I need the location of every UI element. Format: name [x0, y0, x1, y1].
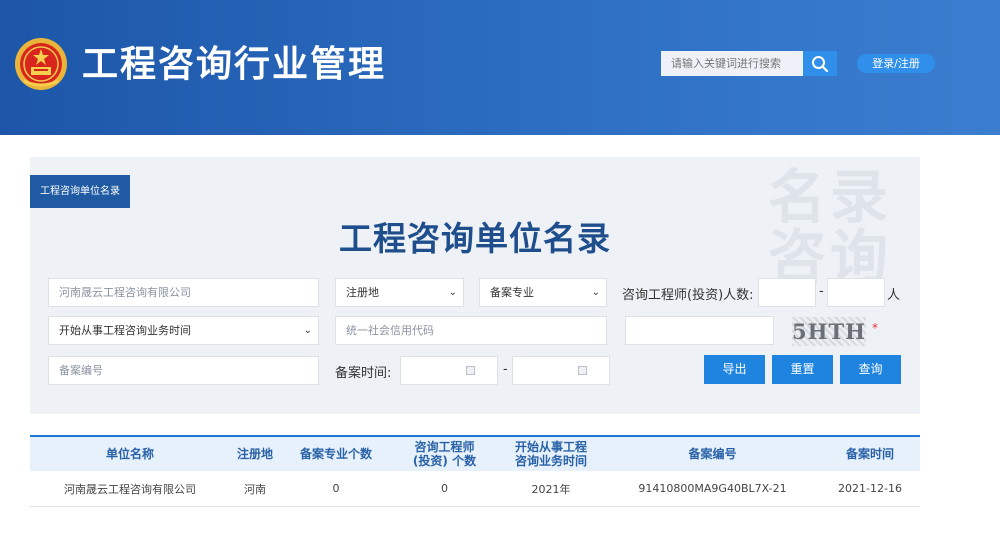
column-header-name: 单位名称 [105, 447, 154, 461]
table-header: 单位名称 注册地 备案专业个数 咨询工程师 (投资) 个数 开始从事工程 咨询业… [30, 437, 920, 471]
export-button[interactable]: 导出 [704, 355, 765, 384]
cell-reg-place: 河南 [244, 482, 266, 496]
start-time-select[interactable]: 开始从事工程咨询业务时间 ⌄ [48, 316, 319, 345]
column-header-start-time: 开始从事工程 咨询业务时间 [514, 440, 587, 468]
page-title: 工程咨询单位名录 [339, 219, 611, 258]
query-button[interactable]: 查询 [840, 355, 901, 384]
captcha-image[interactable]: 5HTH [792, 317, 866, 346]
reset-button[interactable]: 重置 [772, 355, 833, 384]
chevron-down-icon: ⌄ [448, 287, 457, 298]
cell-record-date: 2021-12-16 [838, 482, 902, 495]
search-button[interactable] [803, 51, 837, 76]
section-tag: 工程咨询单位名录 [30, 175, 130, 208]
engineer-count-label: 咨询工程师(投资)人数: [622, 288, 754, 303]
search-icon [812, 55, 829, 72]
national-emblem-icon [15, 38, 67, 90]
cell-specialty-count: 0 [332, 482, 340, 495]
column-header-place: 注册地 [236, 447, 273, 461]
engineer-count-min-input[interactable] [758, 278, 816, 307]
row-divider [30, 506, 920, 507]
captcha-input[interactable] [625, 316, 774, 345]
column-header-specialty-count: 备案专业个数 [299, 447, 372, 461]
record-start-date-input[interactable] [400, 356, 498, 385]
cell-start-year: 2021年 [531, 482, 571, 496]
reg-place-select[interactable]: 注册地 ⌄ [335, 278, 464, 307]
search-input[interactable] [661, 51, 803, 76]
chevron-down-icon: ⌄ [591, 287, 600, 298]
required-mark: * [872, 321, 878, 335]
login-register-button[interactable]: 登录/注册 [857, 54, 935, 73]
company-name-field[interactable]: 河南晟云工程咨询有限公司 [48, 278, 319, 307]
range-dash: - [819, 284, 824, 299]
cell-record-number: 91410800MA9G40BL7X-21 [638, 482, 787, 495]
chevron-down-icon: ⌄ [303, 325, 312, 336]
cell-company-name[interactable]: 河南晟云工程咨询有限公司 [30, 471, 230, 506]
column-header-record-number: 备案编号 [688, 447, 737, 461]
record-number-input[interactable]: 备案编号 [48, 356, 319, 385]
cell-engineer-count: 0 [441, 482, 448, 495]
site-header: 工程咨询行业管理 登录/注册 [0, 0, 1000, 135]
calendar-icon [578, 366, 587, 375]
column-header-engineer-count: 咨询工程师 (投资) 个数 [412, 440, 477, 468]
engineer-count-max-input[interactable] [827, 278, 885, 307]
site-title: 工程咨询行业管理 [82, 44, 387, 85]
record-end-date-input[interactable] [512, 356, 610, 385]
people-unit-label: 人 [887, 288, 901, 303]
calendar-icon [466, 366, 475, 375]
range-dash: - [503, 362, 508, 377]
column-header-record-date: 备案时间 [845, 447, 894, 461]
credit-code-input[interactable]: 统一社会信用代码 [335, 316, 607, 345]
record-time-label: 备案时间: [335, 366, 392, 381]
specialty-select[interactable]: 备案专业 ⌄ [479, 278, 607, 307]
